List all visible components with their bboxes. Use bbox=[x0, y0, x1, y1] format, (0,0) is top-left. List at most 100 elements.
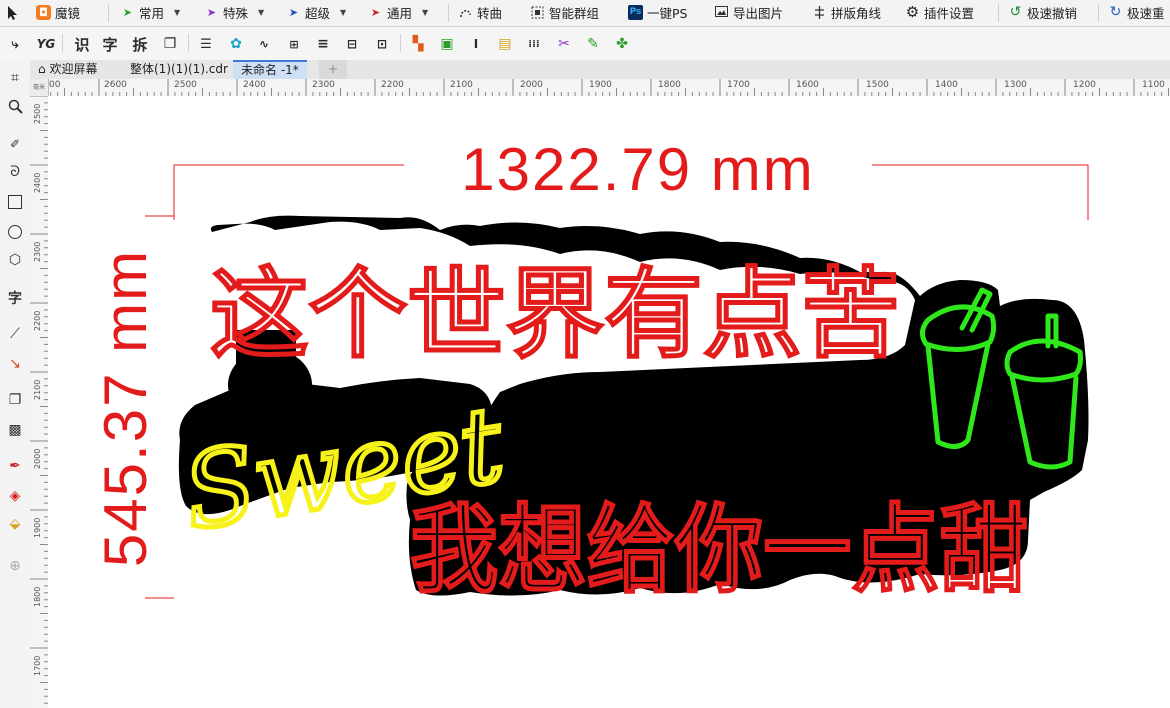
toolbar-item-label: 智能群组 bbox=[549, 6, 600, 21]
height-dimension-label: 545.37 mm bbox=[92, 249, 159, 567]
connector-tool[interactable]: ↘ bbox=[5, 354, 25, 374]
height-dimension[interactable]: 545.37 mm bbox=[92, 215, 174, 599]
left-toolbox: ⌗ ✐ ᘐ ⬡ 字 ⟋ ↘ ❐ ▩ ✒ ◈ ⬙ ⊕ bbox=[0, 60, 31, 708]
eyedropper-tool[interactable]: ✒ bbox=[5, 456, 25, 476]
text-tool[interactable]: 字 bbox=[5, 288, 25, 308]
puzzle-button[interactable]: ✤ bbox=[612, 34, 632, 54]
smart-fill-icon: ⬙ bbox=[9, 516, 21, 532]
fill-tool[interactable]: ◈ bbox=[5, 486, 25, 506]
toolbar-item-smart-group[interactable]: 智能群组 bbox=[530, 3, 599, 22]
neon-line-2[interactable]: 我想给你一点甜 bbox=[408, 492, 1031, 609]
drawing-canvas[interactable]: 1322.79 mm 545.37 mm 这个世界有点苦 Sweet 我想给你一… bbox=[48, 96, 1170, 708]
rectangle-tool[interactable] bbox=[5, 192, 25, 212]
toolbar-item-label: 特殊 bbox=[223, 6, 249, 21]
chevron-down-icon[interactable]: ▼ bbox=[174, 8, 180, 17]
ruler-label: 2600 bbox=[104, 80, 127, 90]
transparency-tool[interactable]: ▩ bbox=[5, 420, 25, 440]
chevron-down-icon[interactable]: ▼ bbox=[340, 8, 346, 17]
toolbar-item-zhuanqu[interactable]: 转曲 bbox=[458, 3, 502, 22]
dots-button[interactable]: ⁞⁞⁞ bbox=[524, 34, 544, 54]
toolbar-item-plugin-settings[interactable]: ⚙ 插件设置 bbox=[905, 3, 974, 22]
toolbar-item-mojing[interactable]: ◘ 魔镜 bbox=[36, 3, 80, 22]
tab-document-1[interactable]: 整体(1)(1)(1).cdr bbox=[122, 60, 236, 79]
freehand-icon: ✐ bbox=[9, 137, 21, 151]
char-button[interactable]: 字 bbox=[100, 34, 120, 54]
copy-layer-button[interactable]: ❐ bbox=[160, 34, 180, 54]
list-button[interactable]: ☰ bbox=[196, 34, 216, 54]
signature-button[interactable]: ∿ bbox=[254, 34, 274, 54]
ruler-corner[interactable]: 毫米 bbox=[30, 79, 49, 97]
ruler-label: 1900 bbox=[589, 80, 612, 90]
dimension-tool[interactable]: ⟋ bbox=[5, 324, 25, 344]
home-icon: ⌂ bbox=[38, 62, 46, 76]
select-region-button[interactable]: ⊡ bbox=[372, 34, 392, 54]
color-blocks-icon: ▚ bbox=[412, 36, 424, 52]
tab-document-active[interactable]: 未命名 -1* bbox=[233, 60, 307, 79]
plus-circle-icon: ⊕ bbox=[9, 558, 21, 574]
magic-mirror-icon: ◘ bbox=[36, 5, 51, 20]
toolbar-item-label: 转曲 bbox=[477, 6, 503, 21]
scissors-button[interactable]: ✂ bbox=[554, 34, 574, 54]
width-dimension[interactable]: 1322.79 mm bbox=[173, 136, 1089, 220]
smart-fill-tool[interactable]: ⬙ bbox=[5, 514, 25, 534]
color-blocks-button[interactable]: ▚ bbox=[408, 34, 428, 54]
toolbar-item-chaoji[interactable]: ➤ 超级 ▼ bbox=[286, 3, 346, 22]
neon-line-1[interactable]: 这个世界有点苦 bbox=[208, 256, 903, 375]
vertical-ruler[interactable]: 2500 2400 2300 2200 2100 2000 1900 1800 … bbox=[30, 96, 49, 708]
split-char-button[interactable]: 拆 bbox=[130, 34, 150, 54]
design-artwork[interactable]: 1322.79 mm 545.37 mm 这个世界有点苦 Sweet 我想给你一… bbox=[48, 96, 1170, 708]
toolbar-item-fast-undo[interactable]: ↺ 极速撤销 bbox=[1008, 3, 1077, 22]
freehand-tool[interactable]: ✐ bbox=[5, 134, 25, 154]
recognize-char-button[interactable]: 识 bbox=[72, 34, 92, 54]
image-frame-button[interactable]: ▣ bbox=[437, 34, 457, 54]
toolbar-item-teshu[interactable]: ➤ 特殊 ▼ bbox=[204, 3, 264, 22]
toolbar-item-crop-marks[interactable]: 拼版角线 bbox=[812, 3, 881, 22]
tab-welcome[interactable]: ⌂ 欢迎屏幕 bbox=[30, 60, 105, 79]
toolbar-item-one-key-ps[interactable]: Ps 一键PS bbox=[628, 3, 687, 22]
select-arrow-button[interactable] bbox=[4, 3, 19, 22]
paint-bucket-icon: ◈ bbox=[9, 488, 21, 504]
arrange-button[interactable]: ⊟ bbox=[342, 34, 362, 54]
ruler-label: 1200 bbox=[1073, 80, 1096, 90]
ellipse-tool[interactable] bbox=[5, 222, 25, 242]
toolbar-item-tongyong[interactable]: ➤ 通用 ▼ bbox=[368, 3, 428, 22]
new-tab-button[interactable]: + bbox=[319, 60, 347, 79]
pattern-button[interactable]: ✿ bbox=[226, 34, 246, 54]
zoom-tool[interactable] bbox=[5, 98, 25, 118]
toolbar-item-changyong[interactable]: ➤ 常用 ▼ bbox=[120, 3, 180, 22]
export-image-icon bbox=[714, 5, 729, 20]
ruler-label: 1800 bbox=[33, 586, 42, 607]
chevron-down-icon[interactable]: ▼ bbox=[258, 8, 264, 17]
ruler-label: 2100 bbox=[450, 80, 473, 90]
polygon-icon: ⬡ bbox=[8, 252, 22, 268]
ellipse-icon bbox=[8, 225, 22, 239]
ruler-label: 1300 bbox=[1004, 80, 1027, 90]
shadow-tool[interactable]: ❐ bbox=[5, 390, 25, 410]
toolbar-item-fast-redo[interactable]: ↻ 极速重 bbox=[1108, 3, 1165, 22]
ruler-label: 1600 bbox=[796, 80, 819, 90]
toolbar-item-export-image[interactable]: 导出图片 bbox=[714, 3, 783, 22]
select-region-icon: ⊡ bbox=[376, 37, 388, 51]
line-button[interactable]: ≡ bbox=[313, 34, 333, 54]
ruler-label: 2000 bbox=[33, 448, 42, 469]
document-tabs: ⌂ 欢迎屏幕 整体(1)(1)(1).cdr 未命名 -1* + bbox=[30, 60, 1170, 80]
polygon-tool[interactable]: ⬡ bbox=[5, 250, 25, 270]
node-align-button[interactable]: ⊞ bbox=[284, 34, 304, 54]
horizontal-ruler[interactable]: 00 2600 2500 2400 2300 2200 2100 2000 19… bbox=[30, 79, 1170, 97]
add-tool-button[interactable]: ⊕ bbox=[5, 556, 25, 576]
paper-plane-icon: ➤ bbox=[370, 6, 381, 19]
ruler-label: 2400 bbox=[33, 172, 42, 193]
plugin-toolbar: ⤷ YG 识 字 拆 ❐ ☰ ✿ ∿ ⊞ ≡ ⊟ ⊡ ▚ ▣ Ⅰ ▤ ⁞⁞⁞ ✂… bbox=[0, 27, 1170, 61]
brush-button[interactable]: ✎ bbox=[583, 34, 603, 54]
yg-logo[interactable]: YG bbox=[36, 34, 56, 54]
pattern-icon: ✿ bbox=[230, 36, 242, 52]
node-tool-button[interactable]: ⤷ bbox=[5, 34, 25, 54]
chevron-down-icon[interactable]: ▼ bbox=[422, 8, 428, 17]
dimension-icon: ⟋ bbox=[10, 326, 20, 342]
crop-tool[interactable]: ⌗ bbox=[5, 68, 25, 88]
tab-label: 未命名 -1* bbox=[241, 63, 299, 77]
bezier-tool[interactable]: ᘐ bbox=[5, 162, 25, 182]
text-align-button[interactable]: Ⅰ bbox=[466, 34, 486, 54]
crop-icon: ⌗ bbox=[11, 70, 19, 86]
grid-list-button[interactable]: ▤ bbox=[495, 34, 515, 54]
